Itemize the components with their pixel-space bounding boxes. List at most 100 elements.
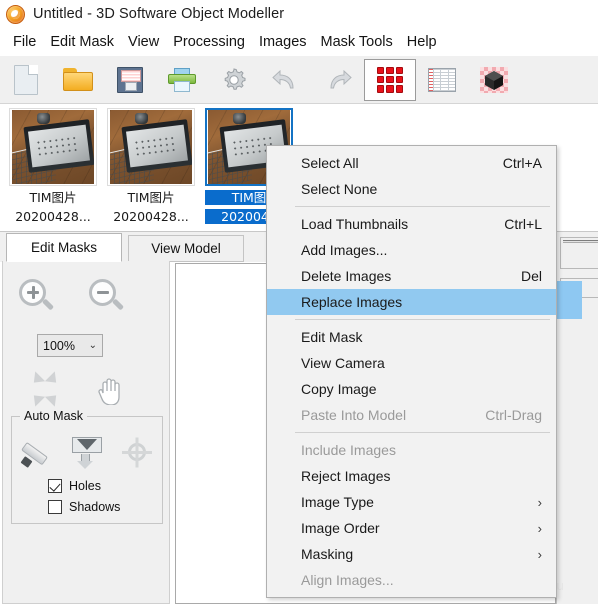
thumbnail-label-line2: 20200428... [107,209,195,224]
thumbnail-label-line1: TIM图片 [107,190,195,205]
redo-icon [323,68,353,92]
menu-item-shortcut: Del [495,268,542,284]
menu-item-add-images[interactable]: Add Images... [267,237,556,263]
menu-item-load-thumbnails[interactable]: Load Thumbnails Ctrl+L [267,211,556,237]
title-bar: Untitled - 3D Software Object Modeller [0,0,598,28]
thumbnail-frame [9,108,97,186]
auto-mask-group: Auto Mask Holes [11,416,163,524]
menu-separator [295,432,550,433]
right-panel-upper [560,237,598,269]
grid-view-button[interactable] [364,59,416,101]
menu-bar: File Edit Mask View Processing Images Ma… [0,28,598,56]
menu-item-label: Image Order [301,520,380,536]
menu-item-label: Image Type [301,494,374,510]
grid-view-icon [377,67,403,93]
menu-item-edit-mask[interactable]: Edit Mask [43,32,121,52]
menu-item-help[interactable]: Help [400,32,444,52]
open-folder-icon [63,68,93,91]
menu-item-view[interactable]: View [121,32,166,52]
zoom-level-select[interactable]: 100% ⌄ [37,334,103,357]
menu-item-processing[interactable]: Processing [166,32,252,52]
save-floppy-icon [117,67,143,93]
undo-button[interactable] [260,59,312,101]
list-view-icon [428,68,456,92]
menu-item-copy-image[interactable]: Copy Image [267,376,556,402]
aperture-icon [6,5,25,24]
menu-item-shortcut: Ctrl+A [477,155,542,171]
menu-item-label: Reject Images [301,468,390,484]
model-cube-icon [480,67,508,93]
new-document-icon [14,65,38,95]
tab-view-model[interactable]: View Model [128,235,244,262]
menu-item-select-none[interactable]: Select None [267,176,556,202]
panel-grip [563,240,598,243]
pan-hand-button[interactable] [95,373,125,405]
menu-item-file[interactable]: File [6,32,43,52]
menu-item-shortcut: Ctrl-Drag [459,407,542,423]
tab-edit-masks[interactable]: Edit Masks [6,233,122,262]
menu-item-images[interactable]: Images [252,32,314,52]
zoom-out-button[interactable] [87,277,127,317]
context-menu[interactable]: Select All Ctrl+A Select None Load Thumb… [266,145,557,598]
zoom-in-button[interactable] [17,277,57,317]
menu-item-label: Replace Images [301,294,402,310]
chevron-right-icon: › [512,521,542,536]
zoom-controls [17,277,127,317]
window-title: Untitled - 3D Software Object Modeller [33,6,284,22]
mask-brush-button[interactable] [20,435,54,469]
checkbox-holes[interactable]: Holes [48,479,120,493]
menu-item-label: Add Images... [301,242,387,258]
print-button[interactable] [156,59,208,101]
fit-to-window-button[interactable] [29,374,61,404]
menu-item-label: Delete Images [301,268,391,284]
thumbnail-label-line2: 20200428... [9,209,97,224]
menu-item-select-all[interactable]: Select All Ctrl+A [267,150,556,176]
menu-item-reject-images[interactable]: Reject Images [267,463,556,489]
mask-fill-button[interactable] [70,435,104,469]
menu-item-image-type[interactable]: Image Type › [267,489,556,515]
menu-item-label: Select All [301,155,359,171]
save-button[interactable] [104,59,156,101]
menu-item-delete-images[interactable]: Delete Images Del [267,263,556,289]
list-view-button[interactable] [416,59,468,101]
selection-indicator [556,281,582,319]
settings-button[interactable] [208,59,260,101]
checkbox-shadows-label: Shadows [69,500,120,514]
undo-icon [271,68,301,92]
tools-panel: 100% ⌄ Auto Mask [2,261,170,604]
menu-item-image-order[interactable]: Image Order › [267,515,556,541]
print-icon [168,68,196,92]
menu-item-replace-images[interactable]: Replace Images [267,289,556,315]
open-folder-button[interactable] [52,59,104,101]
auto-mask-options: Holes Shadows [48,479,120,521]
menu-item-shortcut: Ctrl+L [478,216,542,232]
checkbox-shadows[interactable]: Shadows [48,500,120,514]
menu-item-view-camera[interactable]: View Camera [267,350,556,376]
chevron-right-icon: › [512,495,542,510]
new-document-button[interactable] [0,59,52,101]
menu-item-label: Select None [301,181,377,197]
menu-separator [295,206,550,207]
toolbar [0,56,598,104]
thumbnail-image [110,110,192,184]
menu-item-label: Masking [301,546,353,562]
menu-item-edit-mask[interactable]: Edit Mask [267,324,556,350]
thumbnail-image [12,110,94,184]
menu-item-label: Align Images... [301,572,394,588]
menu-item-masking[interactable]: Masking › [267,541,556,567]
menu-item-mask-tools[interactable]: Mask Tools [314,32,400,52]
thumbnail-frame [107,108,195,186]
zoom-level-value: 100% [43,339,75,353]
redo-button[interactable] [312,59,364,101]
menu-item-label: Paste Into Model [301,407,406,423]
auto-detect-button[interactable] [120,435,154,469]
checkbox-holes-label: Holes [69,479,101,493]
auto-mask-tools [20,435,154,469]
menu-item-label: View Camera [301,355,385,371]
checkbox-shadows-box [48,500,62,514]
chevron-right-icon: › [512,547,542,562]
menu-item-include-images: Include Images [267,437,556,463]
thumbnail-item[interactable]: TIM图片 20200428... [106,108,196,229]
model-cube-button[interactable] [468,59,520,101]
thumbnail-item[interactable]: TIM图片 20200428... [8,108,98,229]
